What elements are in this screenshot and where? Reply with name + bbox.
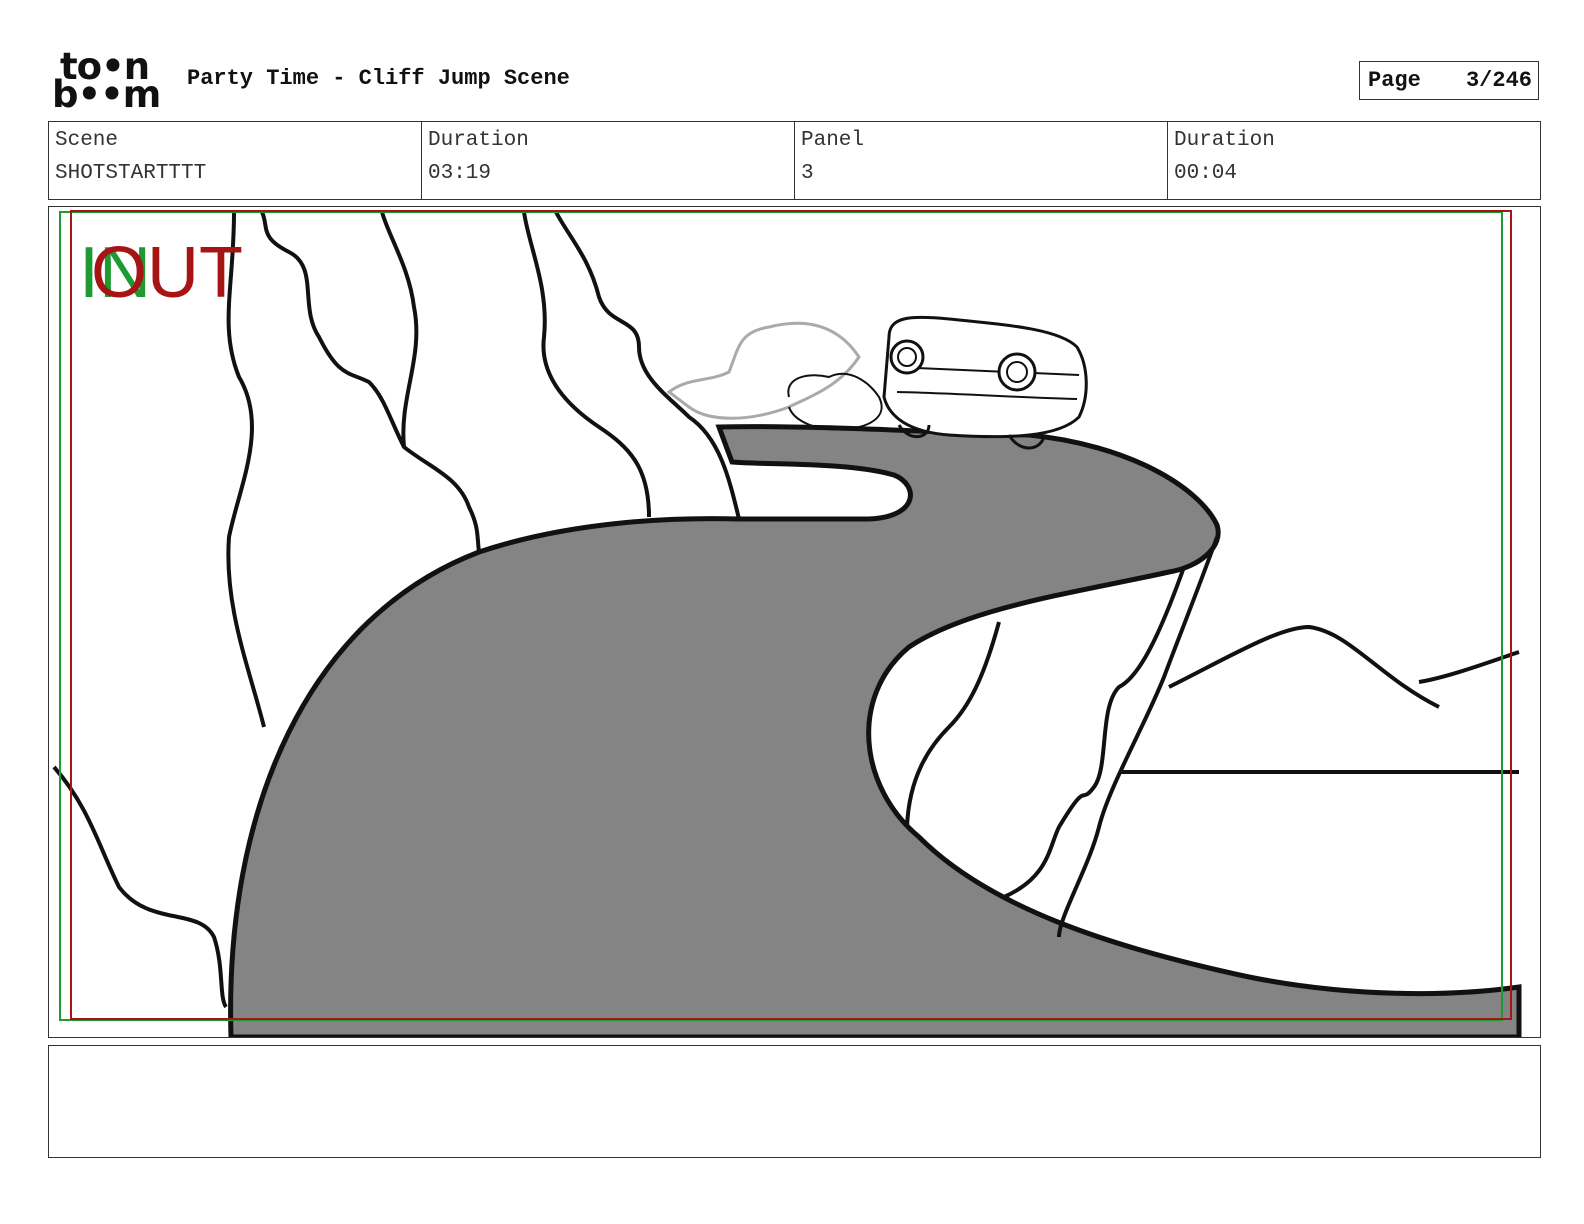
logo-line-2: b••m: [52, 73, 161, 116]
panel-info-table: Scene SHOTSTARTTTT Duration 03:19 Panel …: [48, 121, 1541, 200]
cliff-face-line-1: [905, 621, 1001, 828]
lower-left-ridge: [52, 765, 228, 1009]
cliff-face-line-3: [1057, 536, 1219, 938]
cliff-line-3: [380, 211, 481, 553]
cliff-line-4: [522, 211, 651, 518]
scene-cell: Scene SHOTSTARTTTT: [49, 122, 422, 199]
panel-duration-value: 00:04: [1174, 162, 1238, 185]
panel-duration-label: Duration: [1174, 129, 1275, 152]
scene-duration-label: Duration: [428, 129, 529, 152]
panel-cell: Panel 3: [795, 122, 1168, 199]
cliff-line-2: [260, 211, 406, 448]
storyboard-panel: IN OUT: [48, 206, 1541, 1038]
panel-label: Panel: [801, 129, 865, 152]
car-sketch: [882, 315, 1088, 450]
panel-value: 3: [801, 162, 814, 185]
scene-value: SHOTSTARTTTT: [55, 162, 207, 185]
panel-notes-box: [48, 1045, 1541, 1158]
panel-duration-cell: Duration 00:04: [1168, 122, 1540, 199]
page-number: 3/246: [1465, 68, 1532, 93]
distant-hill-2: [1418, 650, 1520, 684]
out-marker: OUT: [91, 233, 243, 313]
toonboom-logo: to•n b••m: [52, 48, 164, 116]
scene-duration-value: 03:19: [428, 162, 492, 185]
cliff-line-5: [554, 211, 741, 520]
page-indicator: Page 3/246: [1359, 61, 1539, 100]
dust-cloud: [666, 321, 861, 420]
scene-duration-cell: Duration 03:19: [422, 122, 795, 199]
page-label: Page: [1368, 68, 1421, 93]
scene-label: Scene: [55, 129, 119, 152]
distant-hill: [1168, 624, 1440, 709]
document-title: Party Time - Cliff Jump Scene: [187, 66, 570, 91]
panel-drawing: [52, 210, 1522, 1037]
cliff-road: [228, 424, 1522, 1037]
